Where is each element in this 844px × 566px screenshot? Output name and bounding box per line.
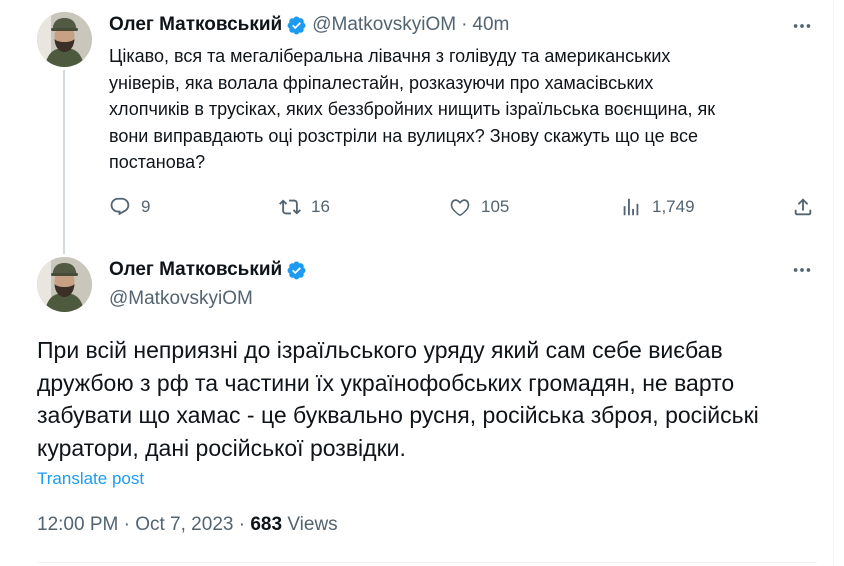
like-icon [450, 199, 470, 217]
reply-count: 9 [141, 197, 151, 216]
more-icon[interactable] [790, 258, 814, 282]
author-handle[interactable]: @MatkovskyiOM [312, 14, 456, 36]
views-count: 1,749 [652, 197, 695, 216]
separator-dot: · [123, 514, 130, 535]
avatar-image [37, 257, 92, 312]
repost-button[interactable]: 16 [279, 196, 330, 218]
avatar-image [37, 12, 92, 67]
separator-dot: · [461, 14, 468, 35]
post-text: При всій неприязні до ізраїльського уряд… [37, 337, 759, 461]
post-thread: Олег Матковський @MatkovskyiOM · 40m Цік… [8, 0, 834, 566]
author-name[interactable]: Олег Матковський [109, 259, 282, 281]
post-actions-bar: 9 16 105 1,749 [109, 196, 821, 226]
more-icon[interactable] [790, 14, 814, 38]
avatar[interactable] [37, 257, 92, 312]
post-header: Олег Матковський @MatkovskyiOM · 40m [109, 14, 509, 36]
author-handle[interactable]: @MatkovskyiOM [109, 288, 253, 310]
translate-post-link[interactable]: Translate post [37, 469, 144, 489]
like-count: 105 [481, 197, 510, 216]
reply-button[interactable]: 9 [109, 196, 150, 218]
post-text: Цікаво, вся та мегаліберальна лівачня з … [109, 46, 716, 172]
share-button[interactable] [792, 196, 814, 218]
separator-dot: · [238, 514, 246, 535]
like-button[interactable]: 105 [449, 196, 509, 218]
share-icon [794, 198, 812, 216]
post-metadata: 12:00 PM · Oct 7, 2023 · 683 Views [37, 514, 338, 536]
author-name[interactable]: Олег Матковський [109, 14, 282, 36]
post-time[interactable]: 40m [472, 14, 509, 36]
post-time[interactable]: 12:00 PM [37, 514, 118, 535]
thread-connector-line [63, 70, 65, 254]
post-header: Олег Матковський [109, 259, 307, 281]
post-date[interactable]: Oct 7, 2023 [135, 514, 233, 535]
verified-badge-icon[interactable] [286, 15, 307, 36]
divider [37, 562, 817, 563]
verified-badge-icon[interactable] [286, 260, 307, 281]
views-icon [623, 198, 639, 216]
repost-icon [279, 199, 301, 215]
avatar[interactable] [37, 12, 92, 67]
views-button[interactable]: 1,749 [620, 196, 695, 218]
views-label: Views [287, 514, 338, 535]
views-count: 683 [250, 514, 283, 535]
reply-icon [110, 197, 130, 216]
repost-count: 16 [311, 197, 330, 216]
